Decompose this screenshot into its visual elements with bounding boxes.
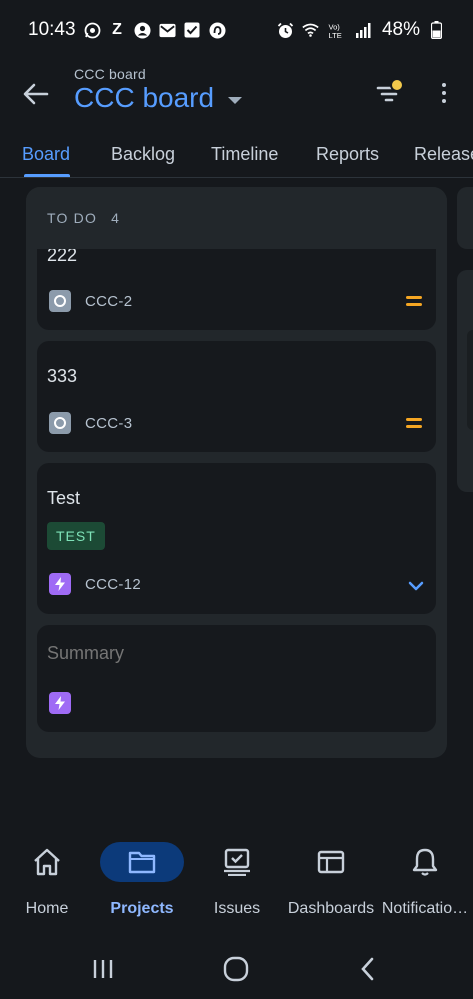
account-icon <box>134 22 151 39</box>
check-box-icon <box>184 22 201 39</box>
battery-percent: 48% <box>381 19 420 40</box>
epic-icon <box>49 573 71 595</box>
nav-label: Home <box>25 900 69 917</box>
recent-apps-button[interactable] <box>88 956 118 982</box>
folder-icon <box>128 851 156 874</box>
svg-text:LTE: LTE <box>328 31 341 39</box>
dashboard-icon <box>317 850 345 874</box>
priority-medium-icon <box>406 418 422 428</box>
nav-label: Dashboards <box>287 900 375 917</box>
home-circle-icon <box>223 956 249 982</box>
card-title: 333 <box>47 366 78 386</box>
nav-label: Issues <box>213 900 261 917</box>
next-column-card[interactable] <box>457 270 473 492</box>
filter-icon <box>376 78 404 102</box>
board-selector[interactable]: CCC board <box>74 82 243 114</box>
card-title: Test <box>47 488 81 508</box>
tab-backlog[interactable]: Backlog <box>111 144 175 165</box>
issues-icon <box>224 848 250 876</box>
issue-type-selector[interactable] <box>49 692 71 714</box>
system-icons: Vo) LTE 48% <box>277 19 445 40</box>
tab-board[interactable]: Board <box>22 144 70 165</box>
task-icon <box>49 412 71 434</box>
column-count: 4 <box>111 210 121 226</box>
card-key: CCC-12 <box>85 576 141 593</box>
alarm-icon <box>277 22 294 39</box>
system-back-button[interactable] <box>353 956 383 982</box>
next-column-header[interactable] <box>457 187 473 249</box>
board-tabs: Board Backlog Timeline Reports Releases <box>0 136 473 178</box>
nav-dashboards[interactable]: Dashboards <box>281 842 381 918</box>
wifi-icon <box>302 22 319 39</box>
home-system-button[interactable] <box>221 956 251 982</box>
nav-label: Notificatio… <box>381 900 469 917</box>
home-icon <box>34 848 60 876</box>
status-bar: 10:43 Z Vo) LTE 48% <box>0 0 473 60</box>
chevron-left-icon <box>361 957 374 981</box>
dot-icon <box>442 91 446 95</box>
dot-icon <box>442 83 446 87</box>
system-navigation-bar <box>0 940 473 999</box>
new-issue-card <box>37 625 436 732</box>
column-header: TO DO 4 <box>26 187 447 249</box>
card-key: CCC-2 <box>85 293 133 310</box>
tab-timeline[interactable]: Timeline <box>211 144 278 165</box>
nav-notifications[interactable]: Notificatio… <box>375 842 473 918</box>
bottom-navigation: Home Projects Issues Dashboards Notifica… <box>0 832 473 932</box>
nav-home[interactable]: Home <box>0 842 97 918</box>
recents-icon <box>93 960 113 978</box>
column-to-do: TO DO 4 222 CCC-2 333 CCC-3 Test TEST CC… <box>26 187 447 758</box>
summary-input[interactable] <box>47 643 417 664</box>
priority-medium-icon <box>406 296 422 306</box>
bell-icon <box>412 848 438 876</box>
issue-card[interactable]: Test TEST CCC-12 <box>37 463 436 614</box>
issue-card[interactable]: 333 CCC-3 <box>37 341 436 452</box>
epic-icon <box>55 696 65 710</box>
battery-icon <box>428 21 445 39</box>
dot-icon <box>442 99 446 103</box>
board-title: CCC board <box>74 82 215 113</box>
signal-icon <box>355 22 372 39</box>
task-icon <box>49 290 71 312</box>
app-bar: CCC board CCC board <box>0 60 473 132</box>
volte-icon: Vo) LTE <box>327 22 347 39</box>
more-options-button[interactable] <box>432 76 456 110</box>
app-icon <box>209 22 226 39</box>
nav-issues[interactable]: Issues <box>187 842 287 918</box>
nav-label: Projects <box>110 900 174 917</box>
tab-reports[interactable]: Reports <box>316 144 379 165</box>
whatsapp-icon <box>84 22 101 39</box>
next-column-inner <box>467 330 473 430</box>
arrow-left-icon <box>23 83 49 105</box>
gmail-icon <box>159 22 176 39</box>
label-badge: TEST <box>47 522 105 550</box>
caret-down-icon <box>228 96 243 104</box>
notification-icons: Z <box>84 21 226 39</box>
active-tab-indicator <box>24 174 70 177</box>
tab-releases[interactable]: Releases <box>414 144 473 165</box>
z-app-icon: Z <box>112 21 122 38</box>
nav-projects[interactable]: Projects <box>92 842 192 918</box>
column-name: TO DO <box>47 210 98 226</box>
project-subtitle: CCC board <box>74 66 146 82</box>
filter-button[interactable] <box>374 76 408 106</box>
priority-low-icon <box>408 578 424 596</box>
card-key: CCC-3 <box>85 415 133 432</box>
back-button[interactable] <box>20 78 52 110</box>
board-title-block: CCC board CCC board <box>74 66 243 114</box>
status-time: 10:43 <box>28 19 76 40</box>
